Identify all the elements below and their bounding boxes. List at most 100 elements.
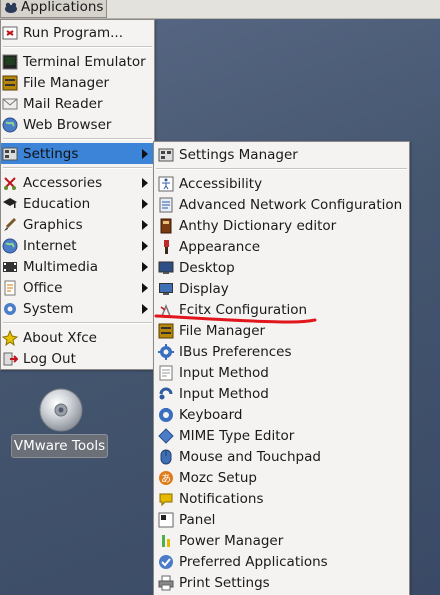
menu-item-label: Mail Reader <box>23 95 103 112</box>
submenu-item-mime-type-editor[interactable]: MIME Type Editor <box>154 425 409 446</box>
power-icon <box>158 533 174 549</box>
menu-separator <box>156 168 407 170</box>
menu-item-about-xfce[interactable]: About Xfce <box>1 327 154 348</box>
svg-text:あ: あ <box>161 473 171 485</box>
submenu-item-label: Accessibility <box>179 175 263 192</box>
office-icon <box>2 280 18 296</box>
menu-item-label: Office <box>23 279 63 296</box>
applications-menu: Run Program... Terminal Emulator File Ma… <box>0 19 155 370</box>
menu-item-graphics[interactable]: Graphics <box>1 214 154 235</box>
applications-menu-button[interactable]: Applications <box>0 0 107 18</box>
dictionary-icon <box>158 218 174 234</box>
menu-item-web-browser[interactable]: Web Browser <box>1 114 154 135</box>
submenu-item-label: Display <box>179 280 229 297</box>
submenu-item-preferred-applications[interactable]: Preferred Applications <box>154 551 409 572</box>
top-panel: Applications <box>0 0 440 19</box>
menu-item-mail-reader[interactable]: Mail Reader <box>1 93 154 114</box>
submenu-arrow-icon <box>142 199 148 209</box>
submenu-item-label: Input Method <box>179 364 269 381</box>
submenu-item-label: Anthy Dictionary editor <box>179 217 337 234</box>
appearance-icon <box>158 239 174 255</box>
input-method-icon <box>158 365 174 381</box>
submenu-item-label: Settings Manager <box>179 146 298 163</box>
submenu-item-input-method-1[interactable]: Input Method <box>154 362 409 383</box>
submenu-item-anthy-dictionary[interactable]: Anthy Dictionary editor <box>154 215 409 236</box>
menu-item-label: Log Out <box>23 350 76 367</box>
logout-icon <box>2 351 18 367</box>
vmware-tools-disc-icon[interactable] <box>39 388 83 432</box>
submenu-arrow-icon <box>142 178 148 188</box>
settings-icon <box>2 146 18 162</box>
menu-item-label: Settings <box>23 145 79 162</box>
submenu-item-panel[interactable]: Panel <box>154 509 409 530</box>
submenu-item-keyboard[interactable]: Keyboard <box>154 404 409 425</box>
menu-item-terminal-emulator[interactable]: Terminal Emulator <box>1 51 154 72</box>
submenu-arrow-icon <box>142 220 148 230</box>
submenu-item-print-settings[interactable]: Print Settings <box>154 572 409 593</box>
preferred-apps-icon <box>158 554 174 570</box>
display-icon <box>158 281 174 297</box>
submenu-item-label: IBus Preferences <box>179 343 292 360</box>
menu-item-settings[interactable]: Settings <box>1 143 154 164</box>
submenu-item-input-method-2[interactable]: Input Method <box>154 383 409 404</box>
submenu-arrow-icon <box>142 262 148 272</box>
submenu-item-notifications[interactable]: Notifications <box>154 488 409 509</box>
submenu-item-label: Power Manager <box>179 532 284 549</box>
keyboard-icon <box>158 407 174 423</box>
submenu-item-label: File Manager <box>179 322 266 339</box>
menu-item-office[interactable]: Office <box>1 277 154 298</box>
menu-separator <box>3 322 152 324</box>
submenu-arrow-icon <box>142 149 148 159</box>
system-icon <box>2 301 18 317</box>
submenu-item-appearance[interactable]: Appearance <box>154 236 409 257</box>
multimedia-icon <box>2 259 18 275</box>
menu-item-file-manager[interactable]: File Manager <box>1 72 154 93</box>
menu-item-education[interactable]: Education <box>1 193 154 214</box>
settings-manager-icon <box>158 147 174 163</box>
menu-item-internet[interactable]: Internet <box>1 235 154 256</box>
menu-item-label: File Manager <box>23 74 110 91</box>
ibus-icon <box>158 343 174 360</box>
submenu-item-advanced-network[interactable]: Advanced Network Configuration <box>154 194 409 215</box>
panel-icon <box>158 512 174 528</box>
menu-item-run-program[interactable]: Run Program... <box>1 22 154 43</box>
run-icon <box>2 25 18 41</box>
submenu-item-power-manager[interactable]: Power Manager <box>154 530 409 551</box>
submenu-item-file-manager[interactable]: File Manager <box>154 320 409 341</box>
menu-item-label: Internet <box>23 237 77 254</box>
submenu-item-mouse-touchpad[interactable]: Mouse and Touchpad <box>154 446 409 467</box>
menu-item-system[interactable]: System <box>1 298 154 319</box>
submenu-item-desktop[interactable]: Desktop <box>154 257 409 278</box>
menu-item-label: System <box>23 300 74 317</box>
submenu-arrow-icon <box>142 283 148 293</box>
menu-item-log-out[interactable]: Log Out <box>1 348 154 369</box>
menu-item-multimedia[interactable]: Multimedia <box>1 256 154 277</box>
menu-separator <box>3 138 152 140</box>
menu-item-label: Graphics <box>23 216 83 233</box>
menu-item-label: Multimedia <box>23 258 99 275</box>
submenu-item-mozc-setup[interactable]: あ Mozc Setup <box>154 467 409 488</box>
print-icon <box>158 575 174 591</box>
mime-icon <box>158 427 174 444</box>
submenu-item-display[interactable]: Display <box>154 278 409 299</box>
vmware-tools-label[interactable]: VMware Tools <box>11 434 108 458</box>
menu-item-accessories[interactable]: Accessories <box>1 172 154 193</box>
menu-item-label: Education <box>23 195 91 212</box>
desktop-icon <box>158 260 174 276</box>
menu-item-label: Run Program... <box>23 24 124 41</box>
notifications-icon <box>158 491 174 507</box>
submenu-item-ibus-preferences[interactable]: IBus Preferences <box>154 341 409 362</box>
education-icon <box>2 196 18 212</box>
mozc-icon: あ <box>158 470 174 486</box>
submenu-item-accessibility[interactable]: Accessibility <box>154 173 409 194</box>
menu-item-label: Terminal Emulator <box>23 53 146 70</box>
menu-item-label: Accessories <box>23 174 103 191</box>
menu-separator <box>3 46 152 48</box>
menu-item-label: Web Browser <box>23 116 112 133</box>
submenu-item-label: Mouse and Touchpad <box>179 448 321 465</box>
file-manager-icon <box>158 323 174 339</box>
submenu-item-label: MIME Type Editor <box>179 427 295 444</box>
submenu-item-fcitx-configuration[interactable]: Fcitx Configuration <box>154 299 409 320</box>
submenu-item-settings-manager[interactable]: Settings Manager <box>154 144 409 165</box>
internet-icon <box>2 238 18 254</box>
